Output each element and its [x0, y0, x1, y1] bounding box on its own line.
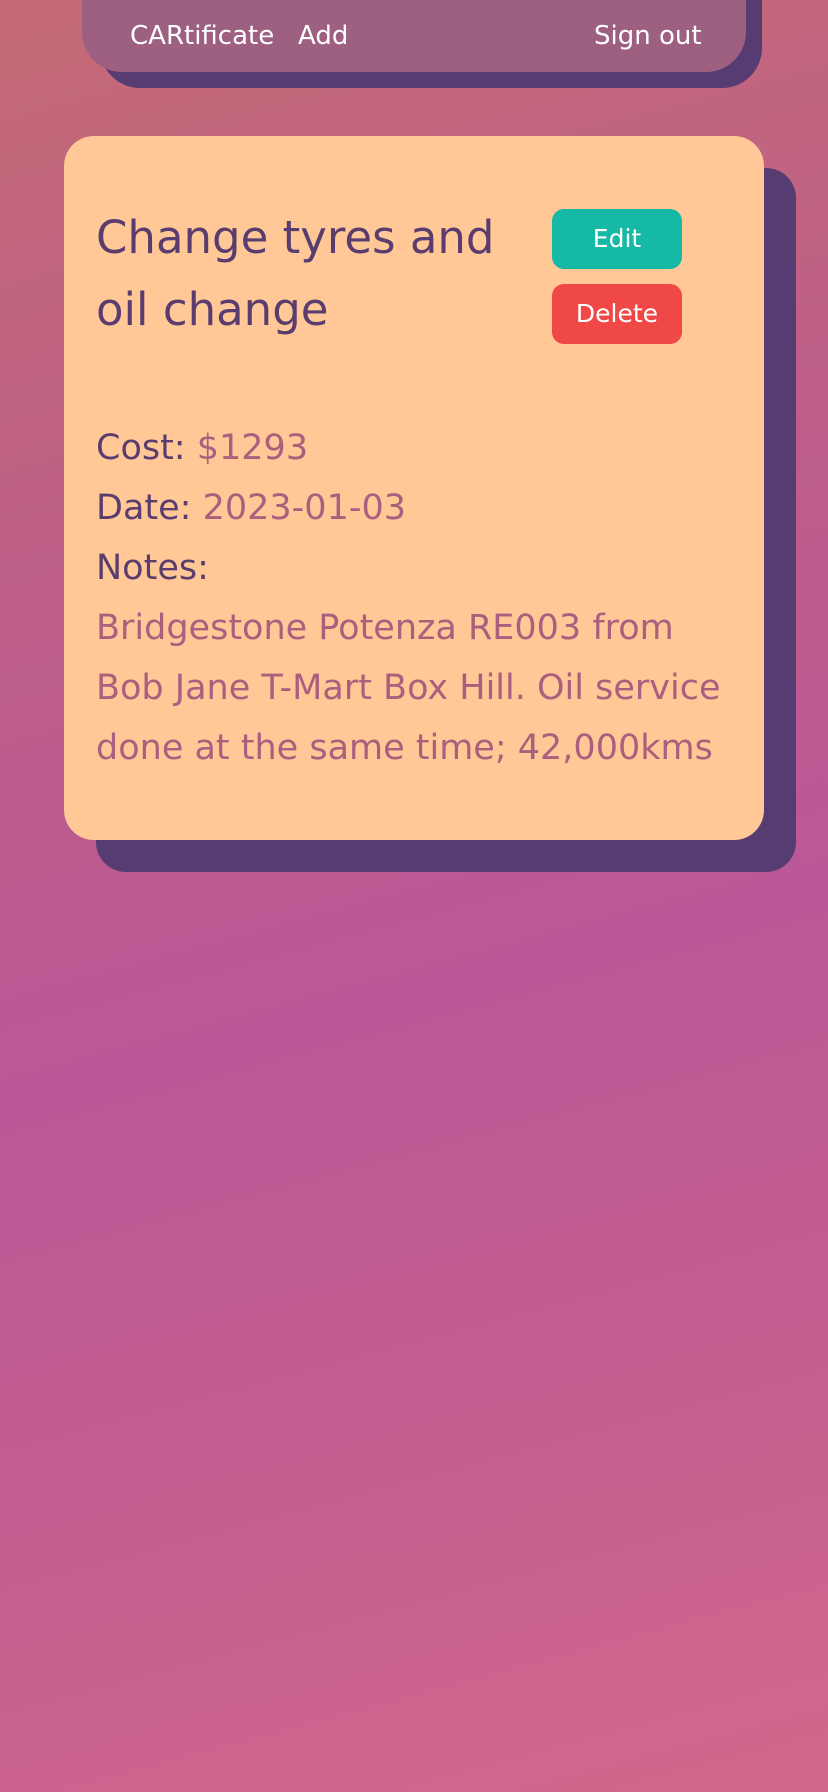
record-title: Change tyres and oil change	[96, 211, 495, 336]
notes-label: Notes:	[96, 548, 209, 588]
notes-value: Bridgestone Potenza RE003 from Bob Jane …	[96, 608, 721, 768]
notes-field: Notes:	[96, 538, 209, 598]
add-link[interactable]: Add	[298, 18, 348, 54]
date-value: 2023-01-03	[202, 488, 406, 528]
sign-out-link[interactable]: Sign out	[594, 18, 702, 54]
brand-link[interactable]: CARtificate	[130, 18, 274, 54]
date-field: Date: 2023-01-03	[96, 478, 406, 538]
service-record-card: Change tyres and oil change Edit Delete …	[64, 136, 764, 840]
cost-value: $1293	[196, 428, 309, 468]
date-label: Date:	[96, 488, 192, 528]
edit-button[interactable]: Edit	[552, 209, 682, 269]
navbar: CARtificate Add Sign out	[82, 0, 746, 72]
cost-field: Cost: $1293	[96, 418, 308, 478]
delete-button[interactable]: Delete	[552, 284, 682, 344]
cost-label: Cost:	[96, 428, 186, 468]
